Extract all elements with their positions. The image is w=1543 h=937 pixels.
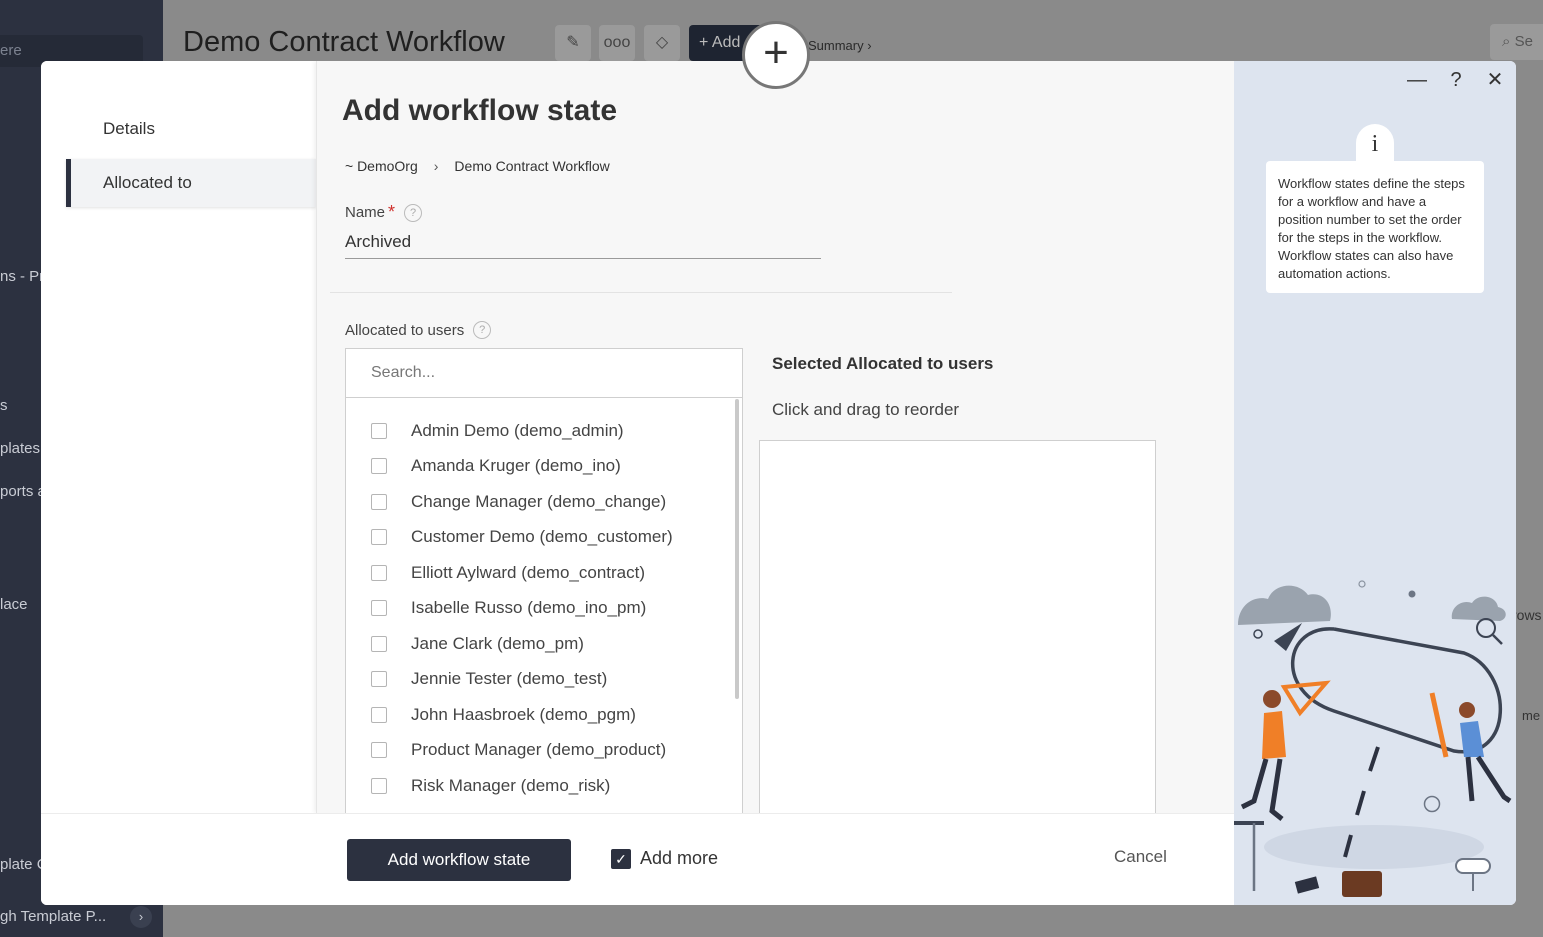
- workflow-illustration: [1234, 580, 1512, 897]
- allocated-users-label-text: Allocated to users: [345, 321, 465, 339]
- user-option-label: Elliott Aylward (demo_contract): [411, 563, 646, 582]
- search-field-background[interactable]: ⌕ Se: [1490, 24, 1543, 60]
- checkbox[interactable]: [371, 671, 387, 687]
- cancel-button[interactable]: Cancel: [1114, 847, 1167, 867]
- user-option-label: Product Manager (demo_product): [411, 740, 667, 759]
- dialog-title: Add workflow state: [342, 94, 618, 127]
- breadcrumb-workflow[interactable]: Demo Contract Workflow: [454, 158, 609, 174]
- user-option[interactable]: Amanda Kruger (demo_ino): [371, 451, 621, 481]
- chevron-right-icon[interactable]: ›: [130, 906, 152, 928]
- required-marker: *: [388, 202, 396, 222]
- user-option-label: John Haasbroek (demo_pgm): [411, 705, 636, 724]
- add-button-label: Add: [711, 34, 741, 51]
- add-icon[interactable]: +: [742, 21, 810, 89]
- user-option-label: Isabelle Russo (demo_ino_pm): [411, 598, 647, 617]
- info-text: Workflow states define the steps for a w…: [1266, 161, 1484, 293]
- tag-icon[interactable]: ◇: [644, 25, 680, 61]
- user-option-label: Risk Manager (demo_risk): [411, 776, 611, 795]
- user-option-label: Jane Clark (demo_pm): [411, 634, 584, 653]
- user-option-label: Admin Demo (demo_admin): [411, 421, 624, 440]
- divider: [330, 292, 952, 293]
- user-option[interactable]: Change Manager (demo_change): [371, 487, 666, 517]
- help-icon[interactable]: ?: [1443, 67, 1469, 93]
- search-field-text: Se: [1514, 33, 1533, 50]
- checkbox[interactable]: [371, 742, 387, 758]
- background-fragment: rows: [1512, 607, 1542, 623]
- checkbox[interactable]: [371, 600, 387, 616]
- breadcrumb-separator: ›: [433, 158, 439, 174]
- user-option[interactable]: Elliott Aylward (demo_contract): [371, 558, 645, 588]
- close-icon[interactable]: ✕: [1482, 67, 1508, 93]
- user-option[interactable]: Product Manager (demo_product): [371, 735, 666, 765]
- user-option-label: Jennie Tester (demo_test): [411, 669, 608, 688]
- checkbox[interactable]: [371, 636, 387, 652]
- info-icon: i: [1356, 124, 1394, 162]
- name-field-label: Name * ?: [345, 202, 423, 223]
- checkbox[interactable]: [371, 458, 387, 474]
- checkbox-checked[interactable]: ✓: [611, 848, 631, 869]
- user-option-label: Amanda Kruger (demo_ino): [411, 456, 621, 475]
- summary-link[interactable]: Summary ›: [808, 38, 872, 53]
- user-option[interactable]: John Haasbroek (demo_pgm): [371, 700, 636, 730]
- add-workflow-state-dialog: Details Allocated to Add workflow state …: [41, 61, 1516, 905]
- sidebar-item[interactable]: gh Template P...: [0, 908, 106, 925]
- dialog-nav: Details Allocated to: [41, 61, 316, 813]
- sidebar-item[interactable]: plates: [0, 440, 40, 457]
- info-panel: — ? ✕ i Workflow states define the steps…: [1234, 61, 1516, 905]
- add-more-label: Add more: [640, 848, 719, 868]
- checkbox[interactable]: [371, 529, 387, 545]
- sidebar-item[interactable]: s: [0, 397, 8, 414]
- user-option-label: Customer Demo (demo_customer): [411, 527, 673, 546]
- allocated-users-label: Allocated to users ?: [345, 321, 492, 339]
- dialog-footer: Add workflow state ✓ Add more Cancel: [41, 813, 1234, 905]
- user-option-label: Change Manager (demo_change): [411, 492, 667, 511]
- breadcrumb: ~ DemoOrg › Demo Contract Workflow: [345, 158, 610, 174]
- checkbox[interactable]: [371, 494, 387, 510]
- name-label-text: Name: [345, 204, 386, 221]
- sidebar-item[interactable]: lace: [0, 596, 28, 613]
- user-picker: Admin Demo (demo_admin) Amanda Kruger (d…: [345, 348, 743, 820]
- page-title-background: Demo Contract Workflow: [183, 26, 505, 58]
- sidebar-search-text: ere: [0, 42, 22, 59]
- checkbox[interactable]: [371, 778, 387, 794]
- dialog-content: Add workflow state ~ DemoOrg › Demo Cont…: [316, 61, 1506, 822]
- checkbox[interactable]: [371, 565, 387, 581]
- help-icon[interactable]: ?: [404, 203, 423, 222]
- user-search-input[interactable]: [346, 349, 742, 398]
- more-icon[interactable]: ooo: [599, 25, 635, 61]
- user-option[interactable]: Risk Manager (demo_risk): [371, 771, 610, 801]
- edit-icon[interactable]: ✎: [555, 25, 591, 61]
- nav-item-details[interactable]: Details: [66, 105, 316, 153]
- user-option[interactable]: Admin Demo (demo_admin): [371, 416, 624, 446]
- checkbox[interactable]: [371, 707, 387, 723]
- breadcrumb-org[interactable]: ~ DemoOrg: [345, 158, 418, 174]
- user-option[interactable]: Jennie Tester (demo_test): [371, 664, 607, 694]
- user-option[interactable]: Jane Clark (demo_pm): [371, 629, 584, 659]
- background-fragment: me: [1522, 708, 1541, 723]
- sidebar-item[interactable]: ports a: [0, 483, 46, 500]
- selected-users-hint: Click and drag to reorder: [772, 400, 960, 419]
- minimize-icon[interactable]: —: [1404, 67, 1430, 93]
- user-option[interactable]: Isabelle Russo (demo_ino_pm): [371, 593, 646, 623]
- list-scrollbar[interactable]: [735, 399, 739, 699]
- selected-users-title: Selected Allocated to users: [772, 354, 994, 373]
- add-more-toggle[interactable]: ✓ Add more: [611, 848, 718, 869]
- selected-users-list[interactable]: [759, 440, 1156, 822]
- help-icon[interactable]: ?: [473, 321, 492, 339]
- checkbox[interactable]: [371, 423, 387, 439]
- user-option[interactable]: Customer Demo (demo_customer): [371, 522, 673, 552]
- name-input[interactable]: [345, 226, 821, 259]
- add-workflow-state-button[interactable]: Add workflow state: [347, 839, 571, 881]
- nav-item-allocated-to[interactable]: Allocated to: [66, 159, 316, 207]
